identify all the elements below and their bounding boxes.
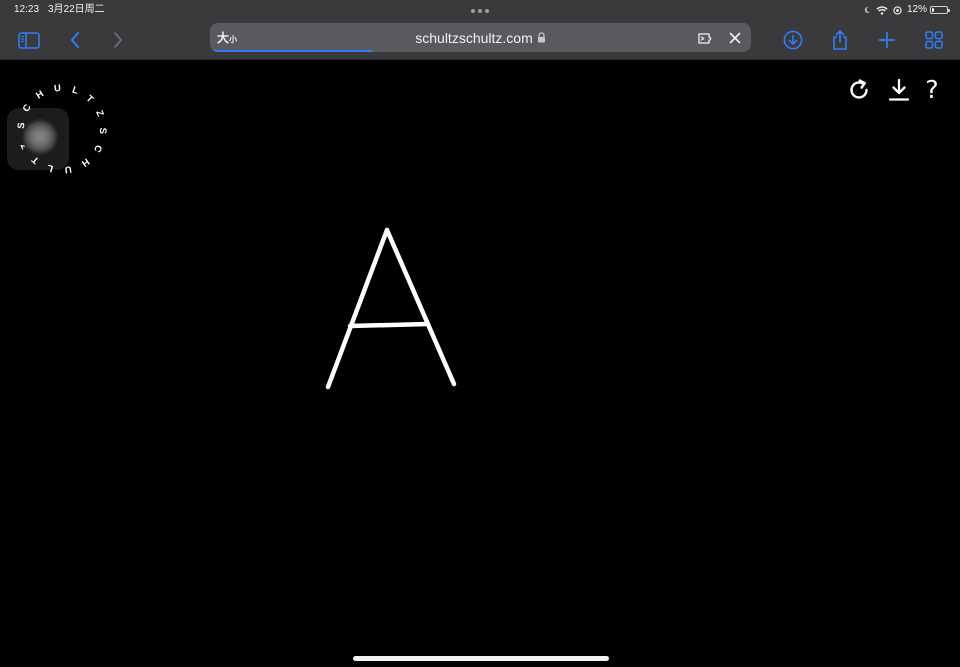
status-indicators: 12% bbox=[858, 0, 950, 20]
sidebar-icon bbox=[18, 31, 40, 49]
multitasking-dots-icon[interactable] bbox=[471, 9, 489, 13]
battery-percentage: 12% bbox=[906, 4, 927, 15]
help-button[interactable]: ? bbox=[919, 77, 945, 103]
status-date: 3月22日周二 bbox=[48, 4, 105, 15]
location-lock-icon bbox=[893, 5, 902, 15]
extension-icon bbox=[698, 33, 712, 44]
letter-a-crossbar bbox=[347, 321, 431, 329]
url-text[interactable]: schultzschultz.com bbox=[415, 30, 532, 46]
reload-button[interactable] bbox=[846, 77, 872, 103]
load-progress-bar bbox=[210, 50, 373, 52]
screen: 12:23 3月22日周二 12% 大小 schultzschultz.com … bbox=[0, 0, 960, 667]
save-drawing-button[interactable] bbox=[886, 77, 912, 103]
back-button[interactable] bbox=[61, 26, 89, 54]
wifi-icon bbox=[876, 5, 888, 15]
plus-icon bbox=[878, 31, 896, 49]
stop-loading-button[interactable] bbox=[726, 29, 744, 47]
browser-toolbar: 大小 schultzschultz.com bbox=[0, 20, 960, 60]
battery-icon bbox=[930, 6, 950, 14]
downloads-button[interactable] bbox=[779, 26, 807, 54]
letter-a-right-stroke bbox=[384, 227, 457, 387]
page-settings-large: 大 bbox=[217, 31, 230, 45]
drawn-letter-a bbox=[325, 227, 457, 390]
drawing-canvas[interactable] bbox=[0, 61, 960, 667]
sidebar-button[interactable] bbox=[15, 26, 43, 54]
page-settings-small: 小 bbox=[229, 35, 238, 44]
lock-icon bbox=[537, 32, 546, 43]
close-icon bbox=[729, 32, 741, 44]
reload-icon bbox=[850, 79, 868, 99]
forward-button[interactable] bbox=[104, 26, 132, 54]
status-time: 12:23 bbox=[14, 4, 40, 15]
letter-a-left-stroke bbox=[325, 227, 390, 390]
moon-icon bbox=[863, 6, 871, 14]
grid-icon bbox=[925, 31, 943, 49]
status-bar: 12:23 3月22日周二 12% bbox=[0, 0, 960, 20]
share-icon bbox=[833, 30, 847, 50]
web-page-content: SCHULTZSCHULTZ ? bbox=[0, 61, 960, 667]
download-icon bbox=[888, 78, 910, 101]
chevron-right-icon bbox=[114, 32, 122, 48]
tab-overview-button[interactable] bbox=[920, 26, 948, 54]
address-bar[interactable]: 大小 schultzschultz.com bbox=[210, 23, 751, 52]
download-circle-icon bbox=[783, 30, 803, 50]
new-tab-button[interactable] bbox=[873, 26, 901, 54]
share-button[interactable] bbox=[826, 26, 854, 54]
url-display: schultzschultz.com bbox=[210, 23, 751, 52]
home-indicator[interactable] bbox=[353, 656, 609, 661]
extension-button[interactable] bbox=[697, 29, 715, 47]
page-settings-button[interactable]: 大小 bbox=[217, 23, 237, 52]
chevron-left-icon bbox=[71, 32, 79, 48]
logo-knob-icon[interactable] bbox=[24, 121, 56, 153]
